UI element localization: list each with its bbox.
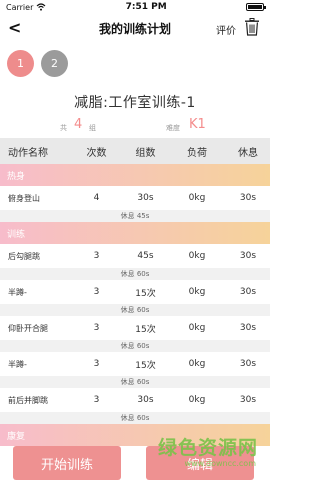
exercise-sets: 15次 — [135, 288, 156, 299]
groups-suffix: 组 — [89, 124, 96, 132]
header-load: 负荷 — [187, 147, 207, 159]
tab-day-2[interactable]: 2 — [41, 49, 68, 77]
exercise-sets: 15次 — [135, 324, 156, 335]
exercise-reps: 3 — [93, 287, 100, 297]
day-tabs: 1 2 — [0, 42, 270, 84]
groups-count: 4 — [74, 117, 83, 132]
exercise-rest: 30s — [239, 251, 257, 261]
exercise-sets: 30s — [137, 395, 154, 405]
exercise-sets: 15次 — [135, 360, 156, 371]
exercise-load: 0kg — [188, 287, 206, 297]
bottom-actions: 开始训练 编辑 绿色资源网 www.downcc.com — [0, 437, 270, 485]
table-row[interactable]: 前后并脚跳 3 30s 0kg 30s — [0, 388, 270, 412]
section-warmup: 热身 — [0, 164, 270, 186]
carrier-label: Carrier — [6, 2, 34, 12]
rest-between: 休息 60s — [0, 376, 270, 388]
exercise-reps: 3 — [93, 251, 100, 261]
back-button[interactable]: < — [8, 18, 21, 37]
edit-button[interactable]: 编辑 — [146, 446, 254, 480]
start-training-button[interactable]: 开始训练 — [13, 446, 121, 480]
rest-between: 休息 45s — [0, 210, 270, 222]
exercise-name: 俯身登山 — [8, 193, 40, 203]
exercise-reps: 3 — [93, 395, 100, 405]
table-row[interactable]: 半蹲- 3 15次 0kg 30s — [0, 352, 270, 376]
wifi-icon — [36, 3, 46, 11]
rest-between: 休息 60s — [0, 340, 270, 352]
rest-between: 休息 60s — [0, 304, 270, 316]
exercise-name: 仰卧开合腿 — [8, 323, 48, 333]
exercise-rest: 30s — [239, 323, 257, 333]
exercise-list: 热身 俯身登山 4 30s 0kg 30s 休息 45s 训练 后勾腿跳 3 4… — [0, 164, 270, 446]
battery-icon — [246, 3, 266, 11]
exercise-load: 0kg — [188, 359, 206, 369]
exercise-rest: 30s — [239, 395, 257, 405]
rate-button[interactable]: 评价 — [216, 22, 236, 37]
section-training: 训练 — [0, 222, 270, 244]
groups-prefix: 共 — [60, 124, 67, 132]
exercise-name: 半蹲- — [8, 359, 27, 369]
table-row[interactable]: 后勾腿跳 3 45s 0kg 30s — [0, 244, 270, 268]
header-reps: 次数 — [86, 147, 107, 159]
header-name: 动作名称 — [8, 147, 48, 159]
exercise-load: 0kg — [188, 323, 206, 333]
table-row[interactable]: 仰卧开合腿 3 15次 0kg 30s — [0, 316, 270, 340]
exercise-name: 前后并脚跳 — [8, 395, 48, 405]
trash-icon[interactable] — [244, 18, 260, 36]
exercise-reps: 3 — [93, 323, 100, 333]
rest-between: 休息 60s — [0, 412, 270, 424]
difficulty-label: 难度 — [166, 124, 180, 132]
exercise-rest: 30s — [239, 287, 257, 297]
exercise-load: 0kg — [188, 193, 206, 203]
difficulty-value: K1 — [189, 117, 206, 132]
exercise-sets: 30s — [137, 193, 154, 203]
status-time: 7:51 PM — [125, 2, 167, 12]
plan-title: 减脂:工作室训练-1 — [74, 95, 196, 111]
tab-day-1[interactable]: 1 — [7, 49, 34, 77]
exercise-name: 后勾腿跳 — [8, 251, 40, 261]
rest-between: 休息 60s — [0, 268, 270, 280]
nav-bar: < 我的训练计划 评价 — [0, 14, 270, 42]
plan-meta: 共 4 组 难度 K1 — [0, 112, 270, 138]
exercise-load: 0kg — [188, 251, 206, 261]
exercise-load: 0kg — [188, 395, 206, 405]
exercise-name: 半蹲- — [8, 287, 27, 297]
exercise-rest: 30s — [239, 193, 257, 203]
header-sets: 组数 — [135, 147, 156, 159]
table-row[interactable]: 半蹲- 3 15次 0kg 30s — [0, 280, 270, 304]
exercise-rest: 30s — [239, 359, 257, 369]
table-row[interactable]: 俯身登山 4 30s 0kg 30s — [0, 186, 270, 210]
header-rest: 休息 — [238, 147, 258, 159]
status-bar: Carrier 7:51 PM — [0, 0, 270, 14]
exercise-sets: 45s — [137, 251, 154, 261]
table-header: 动作名称 次数 组数 负荷 休息 — [0, 138, 270, 164]
page-title: 我的训练计划 — [98, 21, 171, 36]
exercise-reps: 3 — [93, 359, 100, 369]
exercise-reps: 4 — [93, 193, 100, 203]
